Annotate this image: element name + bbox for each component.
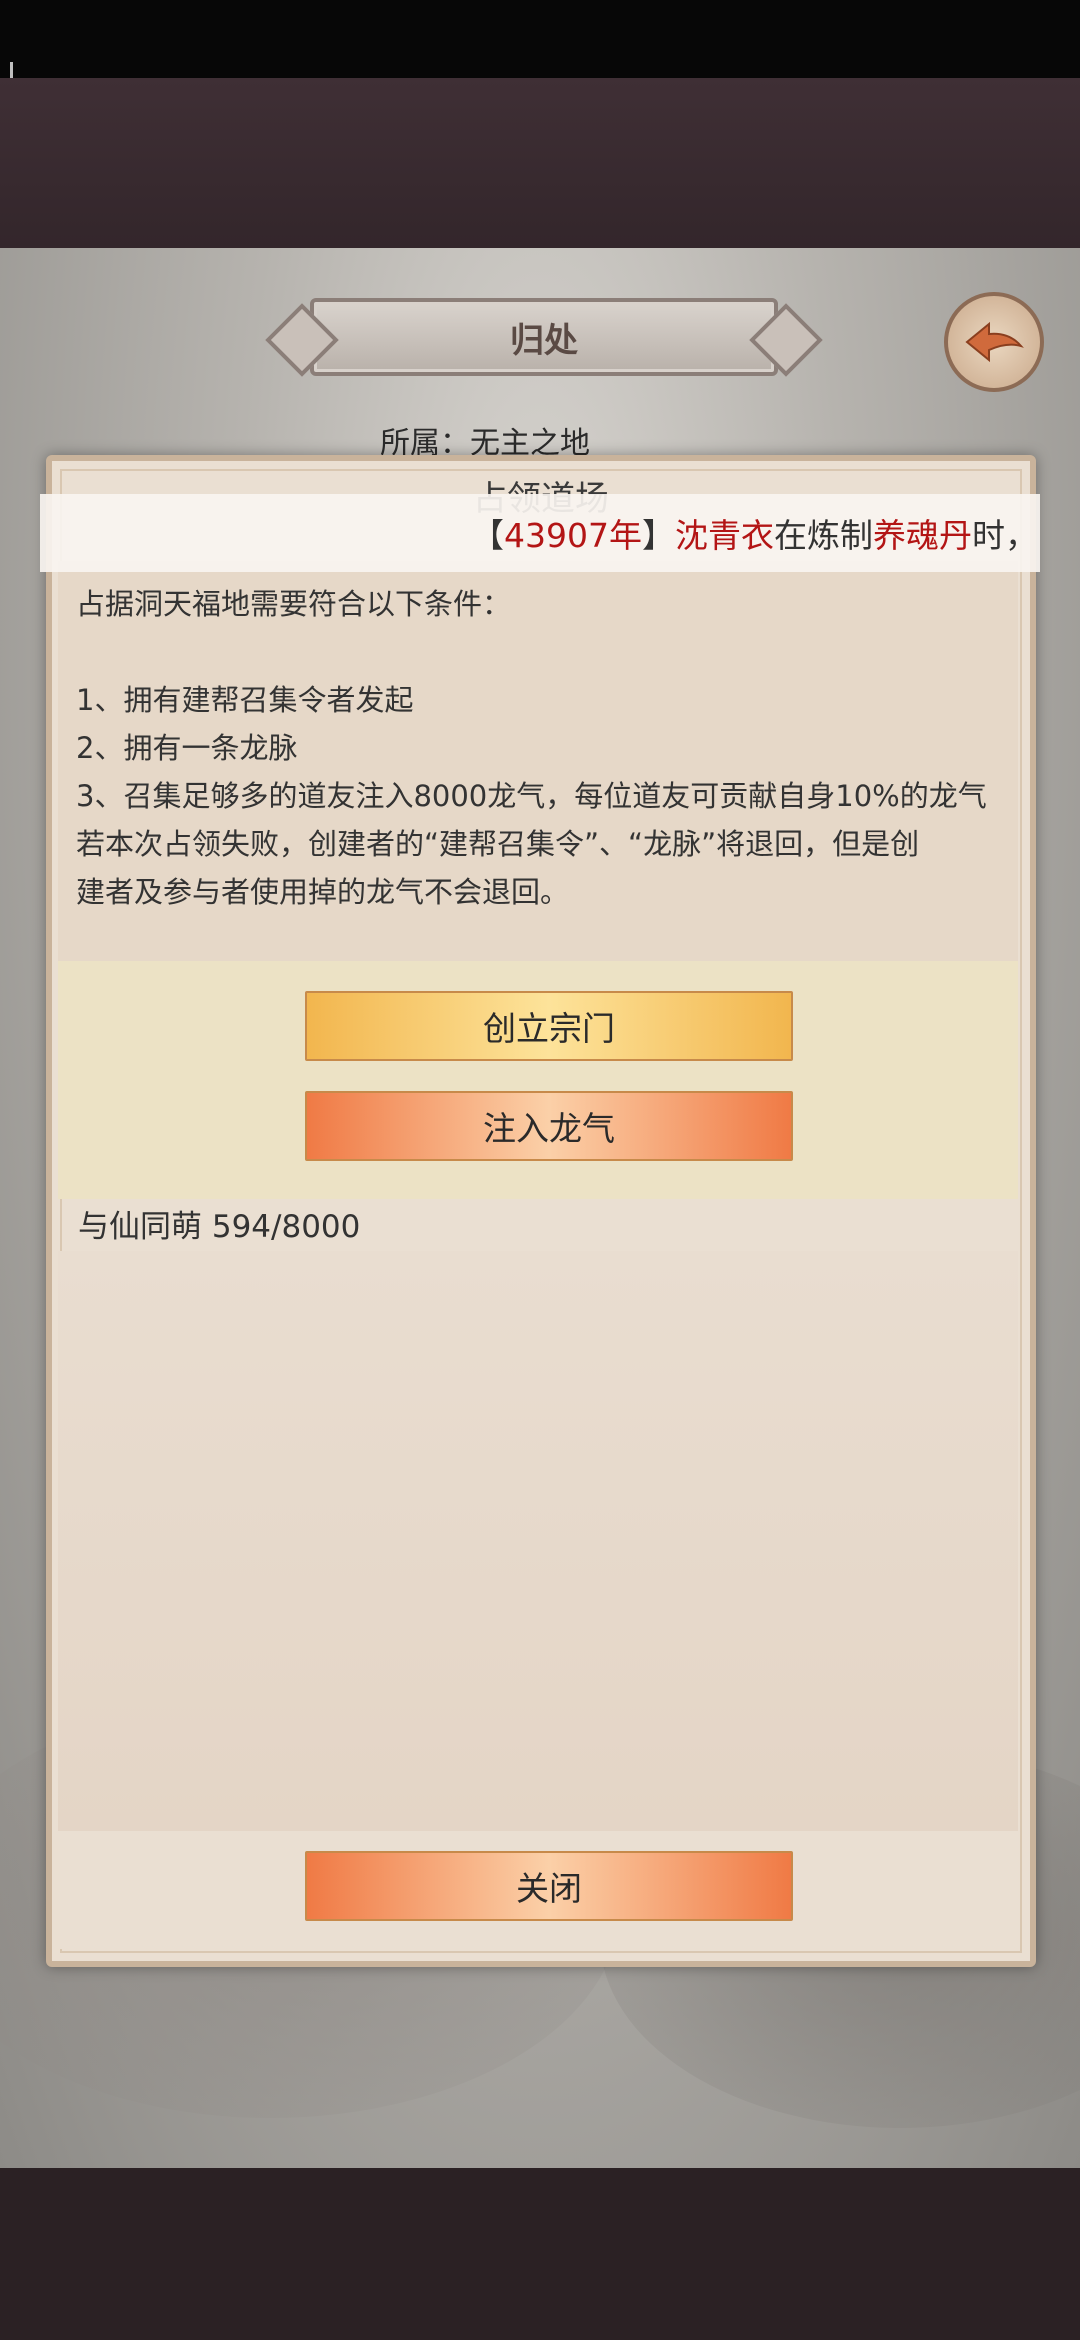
description-line: 占据洞天福地需要符合以下条件： [76,587,512,621]
ticker-item-name: 养魂丹 [873,516,972,555]
ticker-year: 43907年 [504,516,642,555]
page-title-frame: 归处 [310,298,778,376]
ticker-text: 时， [972,516,1038,555]
action-panel: 创立宗门 注入龙气 [58,961,1018,1199]
page-title: 归处 [510,320,578,361]
occupy-dialog: 占领道场 占据洞天福地需要符合以下条件： 1、拥有建帮召集令者发起 2、拥有一条… [46,455,1036,1967]
ticker-bracket: 【 [471,516,505,555]
news-ticker: 【 43907年 】 沈青衣 在炼制 养魂丹 时， [40,494,1040,572]
ticker-player-name: 沈青衣 [675,516,774,555]
back-arrow-icon [965,321,1024,363]
description-line: 1、拥有建帮召集令者发起 [76,683,414,717]
contributor-list[interactable] [58,1251,1018,1831]
header-band [0,78,1080,251]
bottom-band [0,2168,1080,2340]
ticker-bracket: 】 [642,516,675,555]
description-line: 2、拥有一条龙脉 [76,731,298,765]
found-sect-button[interactable]: 创立宗门 [305,991,793,1061]
ticker-text: 在炼制 [774,516,873,555]
dialog-footer: 关闭 [58,1831,1018,1949]
close-button[interactable]: 关闭 [305,1851,793,1921]
description-line: 3、召集足够多的道友注入8000龙气，每位道友可贡献自身10%的龙气 [76,779,987,813]
contribution-progress: 与仙同萌 594/8000 [78,1209,361,1245]
back-button[interactable] [944,292,1044,392]
description-line: 建者及参与者使用掉的龙气不会退回。 [76,875,570,909]
status-bar [0,0,1080,148]
inject-dragon-qi-button[interactable]: 注入龙气 [305,1091,793,1161]
description-line: 若本次占领失败，创建者的“建帮召集令”、“龙脉”将退回，但是创 [76,827,920,861]
description-panel: 占据洞天福地需要符合以下条件： 1、拥有建帮召集令者发起 2、拥有一条龙脉 3、… [58,561,1018,961]
